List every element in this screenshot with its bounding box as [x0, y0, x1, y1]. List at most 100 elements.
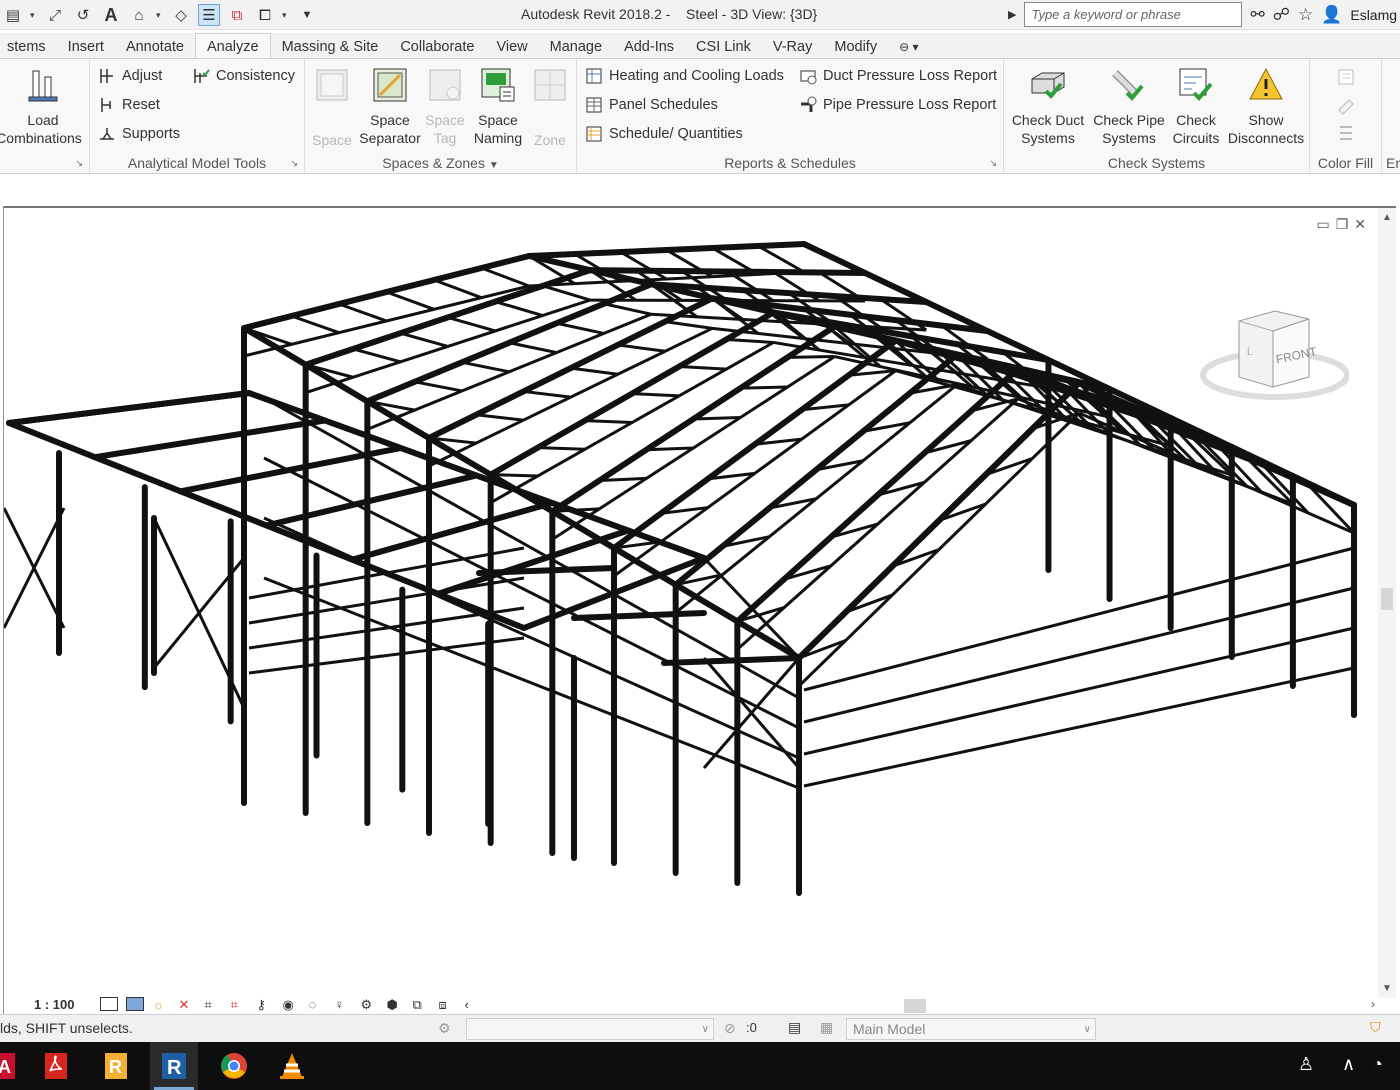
pipe-legend-icon[interactable]: [1336, 123, 1356, 143]
tab-collaborate[interactable]: Collaborate: [389, 35, 485, 59]
tab-add-ins[interactable]: Add-Ins: [613, 35, 685, 59]
thin-lines-icon[interactable]: ☰: [198, 4, 220, 26]
tab-modify[interactable]: Modify: [823, 35, 888, 59]
design-options-icon[interactable]: ▦: [820, 1019, 833, 1036]
people-icon[interactable]: ♙: [1298, 1054, 1314, 1075]
color-fill-legend-icon[interactable]: [1336, 67, 1356, 87]
vertical-scrollbar[interactable]: ▲ ▼: [1378, 208, 1396, 998]
favorites-star-icon[interactable]: ☆: [1298, 5, 1313, 25]
tab-v-ray[interactable]: V-Ray: [762, 35, 824, 59]
tab-analyze[interactable]: Analyze: [195, 33, 271, 59]
user-name[interactable]: Eslamg: [1350, 7, 1397, 23]
tab-insert[interactable]: Insert: [57, 35, 115, 59]
duct-pressure-loss-report-button[interactable]: Duct Pressure Loss Report: [799, 67, 997, 85]
sun-path-icon[interactable]: ☼: [152, 997, 170, 1012]
temporary-view-properties-icon[interactable]: ⧈: [438, 997, 456, 1012]
tab-csi-link[interactable]: CSI Link: [685, 35, 762, 59]
restore-icon[interactable]: ❐: [1336, 216, 1349, 233]
shadows-icon[interactable]: ✕: [178, 997, 196, 1012]
space-button[interactable]: Space: [307, 65, 357, 149]
acrobat-icon[interactable]: [32, 1042, 80, 1090]
zone-button[interactable]: Zone: [527, 65, 573, 149]
supports-button[interactable]: Supports: [98, 125, 180, 143]
tab-annotate[interactable]: Annotate: [115, 35, 195, 59]
steel-frame-3d-model[interactable]: [4, 208, 1379, 998]
sync-icon[interactable]: ◇: [170, 4, 192, 26]
show-disconnects-button[interactable]: Show Disconnects: [1226, 65, 1306, 147]
workset-icon[interactable]: ⚙: [438, 1020, 451, 1037]
search-input[interactable]: [1024, 2, 1243, 27]
scroll-up-icon[interactable]: ▲: [1382, 212, 1392, 223]
dropdown-arrow-icon[interactable]: ▾: [282, 10, 290, 21]
filter-icon[interactable]: ⊘: [724, 1020, 736, 1037]
dimension-icon[interactable]: ↺: [72, 4, 94, 26]
view-3d-icon[interactable]: ⌂: [128, 4, 150, 26]
viewcube[interactable]: FRONT Ĺ: [1199, 303, 1349, 413]
duct-legend-icon[interactable]: [1336, 95, 1356, 115]
revit-orange-icon[interactable]: R: [92, 1042, 140, 1090]
autocad-icon[interactable]: A: [0, 1042, 34, 1090]
show-hidden-icons-icon[interactable]: ∧: [1342, 1054, 1355, 1075]
space-naming-button[interactable]: Space Naming: [471, 65, 525, 147]
lock-view-icon[interactable]: ⚷: [256, 997, 274, 1012]
pipe-pressure-loss-report-button[interactable]: Pipe Pressure Loss Report: [799, 96, 996, 114]
scroll-down-icon[interactable]: ▼: [1382, 983, 1392, 994]
ribbon-minimize-button[interactable]: ⊖ ▾: [888, 35, 929, 59]
spaces-zones-title[interactable]: Spaces & Zones ▼: [305, 155, 576, 171]
scroll-right-icon[interactable]: ›: [1371, 997, 1375, 1011]
horizontal-scrollbar[interactable]: ›: [459, 996, 1379, 1014]
open-icon[interactable]: ▤: [2, 4, 24, 26]
workset-dropdown[interactable]: ∨: [466, 1018, 714, 1040]
reveal-hidden-icon[interactable]: ◌: [308, 997, 326, 1012]
adjust-button[interactable]: Adjust: [98, 67, 162, 85]
crop-view-icon[interactable]: ⌗: [204, 997, 222, 1012]
editable-only-icon[interactable]: ▤: [788, 1019, 801, 1036]
temporary-hide-icon[interactable]: ◉: [282, 997, 300, 1012]
tab-view[interactable]: View: [485, 35, 538, 59]
visual-style-icon[interactable]: [126, 997, 145, 1011]
minimize-icon[interactable]: ▭: [1316, 216, 1329, 233]
dropdown-arrow-icon[interactable]: ▾: [30, 10, 38, 21]
measure-icon[interactable]: ⤢: [44, 4, 66, 26]
panel-launcher-icon[interactable]: ↘: [75, 158, 83, 169]
check-pipe-systems-button[interactable]: Check Pipe Systems: [1090, 65, 1168, 147]
switch-windows-icon[interactable]: ⧠: [254, 4, 276, 26]
expand-arrow-icon[interactable]: ▶: [1008, 8, 1016, 21]
panel-launcher-icon[interactable]: ↘: [290, 158, 298, 169]
heating-cooling-loads-button[interactable]: Heating and Cooling Loads: [585, 67, 784, 85]
check-duct-systems-button[interactable]: Check Duct Systems: [1008, 65, 1088, 147]
design-option-dropdown[interactable]: Main Model ∨: [846, 1018, 1096, 1040]
text-icon[interactable]: A: [100, 4, 122, 26]
network-icon[interactable]: ◔: [1372, 1054, 1383, 1075]
panel-launcher-icon[interactable]: ↘: [989, 158, 997, 169]
tab-massing-site[interactable]: Massing & Site: [271, 35, 390, 59]
consistency-button[interactable]: Consistency: [192, 67, 295, 85]
worksharing-display-icon[interactable]: ⧉: [412, 997, 430, 1012]
tab-systems[interactable]: stems: [0, 35, 57, 59]
dropdown-arrow-icon[interactable]: ▾: [156, 10, 164, 21]
chrome-icon[interactable]: [210, 1042, 258, 1090]
space-tag-button[interactable]: Space Tag: [421, 65, 469, 147]
close-hidden-icon[interactable]: ⧉: [226, 4, 248, 26]
schedule-quantities-button[interactable]: Schedule/ Quantities: [585, 125, 743, 143]
scroll-thumb-horizontal[interactable]: [904, 999, 926, 1013]
reset-button[interactable]: Reset: [98, 96, 160, 114]
filter-select-icon[interactable]: ⛉: [1370, 1019, 1381, 1036]
communication-icon[interactable]: ☍: [1273, 5, 1290, 25]
binoculars-icon[interactable]: ⚯: [1250, 5, 1264, 25]
reveal-constraints-icon[interactable]: ⬢: [386, 997, 404, 1012]
space-separator-button[interactable]: Space Separator: [359, 65, 421, 147]
highlight-displacement-icon[interactable]: ⚙: [360, 997, 378, 1012]
customize-icon[interactable]: ▼: [296, 4, 318, 26]
close-icon[interactable]: ✕: [1354, 216, 1366, 233]
analytical-model-icon[interactable]: ♀: [334, 997, 352, 1012]
drawing-area[interactable]: ▭ ❐ ✕ FRONT Ĺ ▲ ▼ 1 : 100 ☼ ✕ ⌗ ⌗ ⚷ ◉ ◌ …: [3, 206, 1396, 1014]
tab-manage[interactable]: Manage: [539, 35, 613, 59]
panel-schedules-button[interactable]: Panel Schedules: [585, 96, 718, 114]
detail-level-icon[interactable]: [100, 997, 119, 1011]
scroll-thumb-vertical[interactable]: [1381, 588, 1393, 610]
view-scale[interactable]: 1 : 100: [34, 997, 74, 1012]
load-combinations-button[interactable]: Load Combinations: [0, 65, 86, 147]
vlc-icon[interactable]: [268, 1042, 316, 1090]
revit-icon[interactable]: R: [150, 1042, 198, 1090]
